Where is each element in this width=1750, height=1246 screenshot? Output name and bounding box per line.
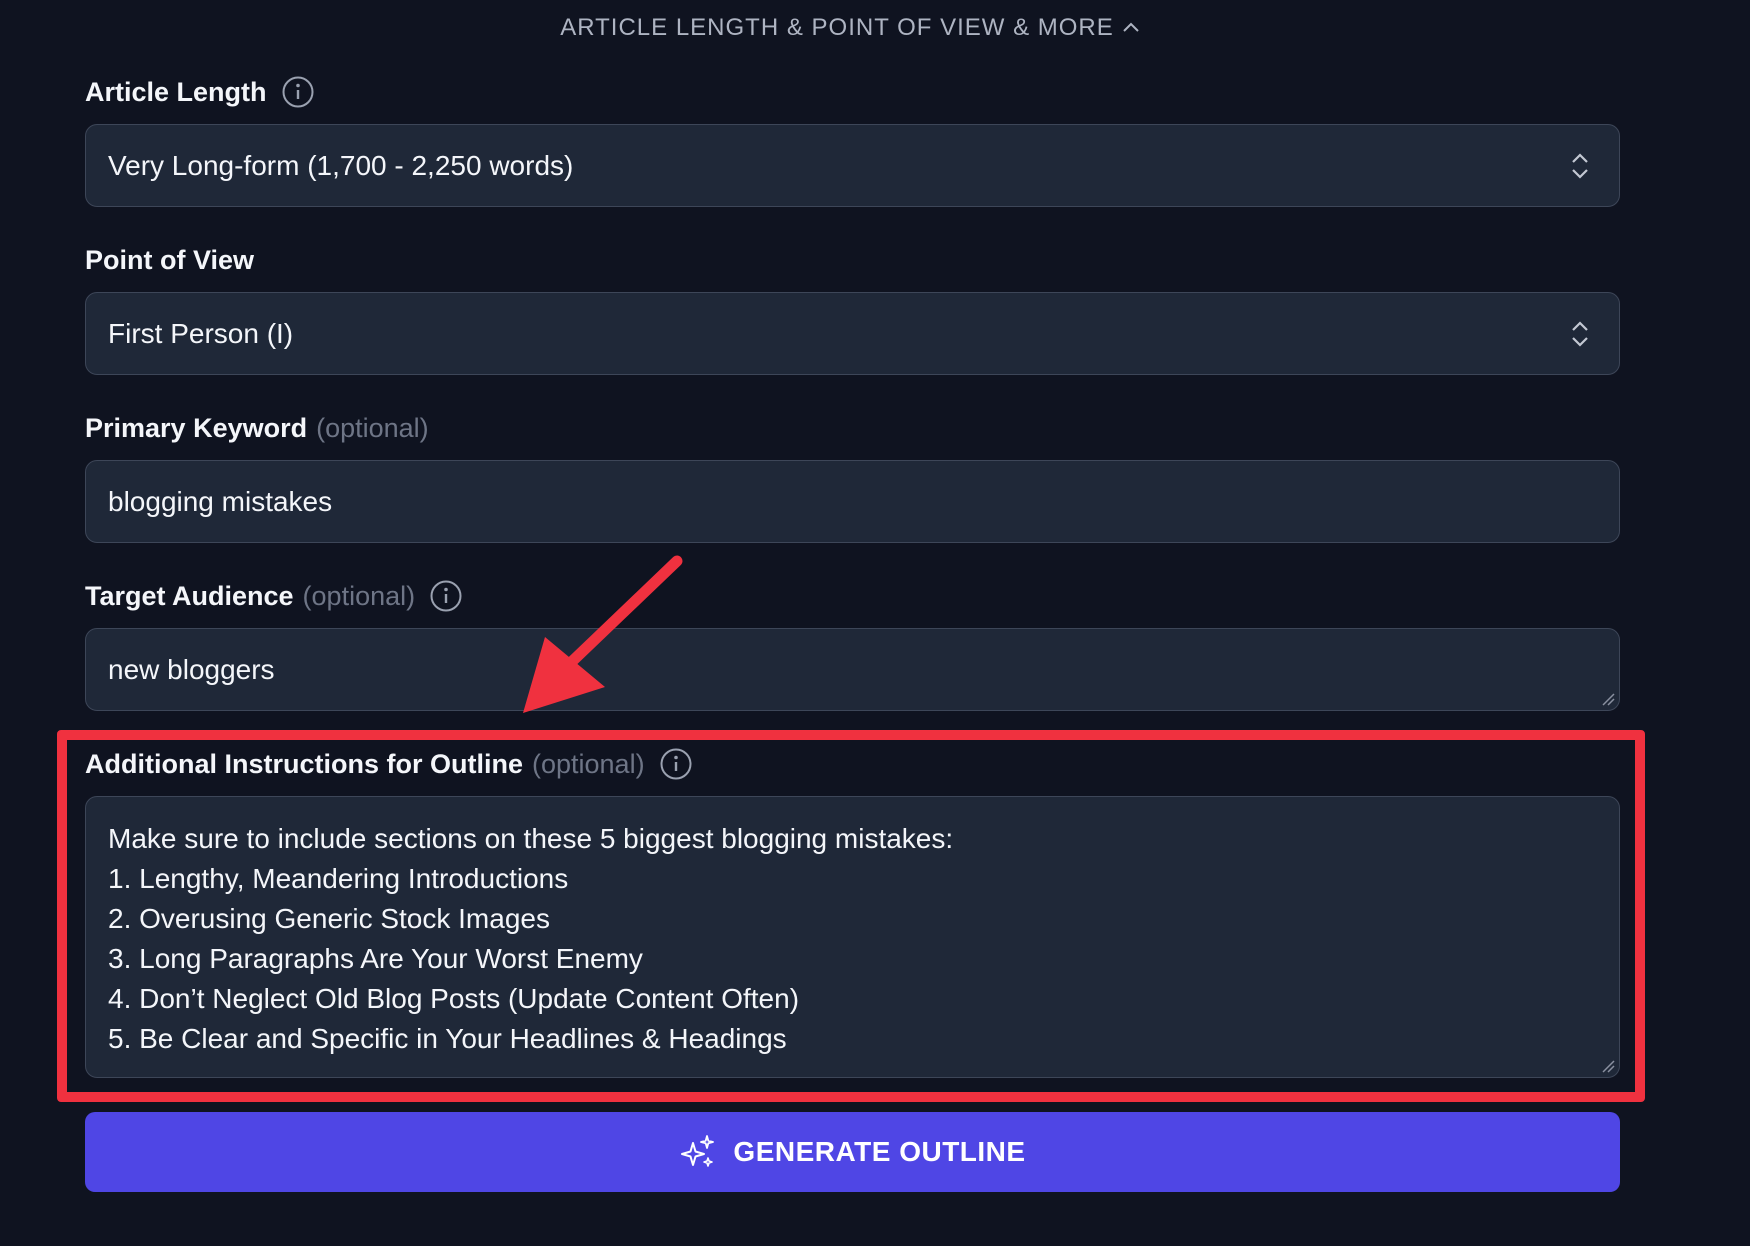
article-length-label-row: Article Length xyxy=(85,72,315,112)
resize-grip-icon[interactable] xyxy=(1601,1059,1615,1073)
instruction-line: 1. Lengthy, Meandering Introductions xyxy=(108,863,569,894)
point-of-view-value: First Person (I) xyxy=(108,317,294,349)
optional-hint: (optional) xyxy=(532,748,645,779)
outline-settings-panel: ARTICLE LENGTH & POINT OF VIEW & MORE Ar… xyxy=(0,0,1750,1246)
article-length-value: Very Long-form (1,700 - 2,250 words) xyxy=(108,149,574,181)
article-length-label: Article Length xyxy=(85,76,267,107)
info-icon[interactable] xyxy=(659,747,693,781)
primary-keyword-value: blogging mistakes xyxy=(108,485,333,517)
optional-hint: (optional) xyxy=(302,580,416,611)
instruction-line: 2. Overusing Generic Stock Images xyxy=(108,903,550,934)
section-toggle-label: ARTICLE LENGTH & POINT OF VIEW & MORE xyxy=(560,14,1114,41)
section-toggle-article-length[interactable]: ARTICLE LENGTH & POINT OF VIEW & MORE xyxy=(0,14,1700,42)
target-audience-textarea[interactable]: new bloggers xyxy=(85,628,1620,711)
primary-keyword-label-row: Primary Keyword (optional) xyxy=(85,408,429,448)
generate-outline-button[interactable]: GENERATE OUTLINE xyxy=(85,1112,1620,1192)
generate-outline-label: GENERATE OUTLINE xyxy=(733,1136,1026,1167)
info-icon[interactable] xyxy=(429,579,463,613)
chevron-up-icon xyxy=(1122,12,1140,40)
target-audience-label: Target Audience xyxy=(85,580,294,611)
primary-keyword-input[interactable]: blogging mistakes xyxy=(85,460,1620,543)
instruction-line: 4. Don’t Neglect Old Blog Posts (Update … xyxy=(108,983,800,1014)
instruction-line: 5. Be Clear and Specific in Your Headlin… xyxy=(108,1023,787,1054)
target-audience-label-row: Target Audience (optional) xyxy=(85,576,463,616)
target-audience-value: new bloggers xyxy=(108,653,275,685)
additional-instructions-label: Additional Instructions for Outline xyxy=(85,748,523,779)
point-of-view-label: Point of View xyxy=(85,244,255,275)
sparkles-icon xyxy=(681,1135,715,1167)
resize-grip-icon[interactable] xyxy=(1601,692,1615,706)
info-icon[interactable] xyxy=(281,75,315,109)
instruction-line: 3. Long Paragraphs Are Your Worst Enemy xyxy=(108,943,643,974)
point-of-view-select[interactable]: First Person (I) xyxy=(85,292,1620,375)
additional-instructions-label-row: Additional Instructions for Outline (opt… xyxy=(85,744,693,784)
additional-instructions-textarea[interactable]: Make sure to include sections on these 5… xyxy=(85,796,1620,1078)
primary-keyword-label: Primary Keyword xyxy=(85,412,308,443)
article-length-select[interactable]: Very Long-form (1,700 - 2,250 words) xyxy=(85,124,1620,207)
point-of-view-label-row: Point of View xyxy=(85,240,254,280)
optional-hint: (optional) xyxy=(316,412,429,443)
select-arrows-icon xyxy=(1572,152,1588,179)
select-arrows-icon xyxy=(1572,320,1588,347)
instruction-line: Make sure to include sections on these 5… xyxy=(108,823,954,854)
